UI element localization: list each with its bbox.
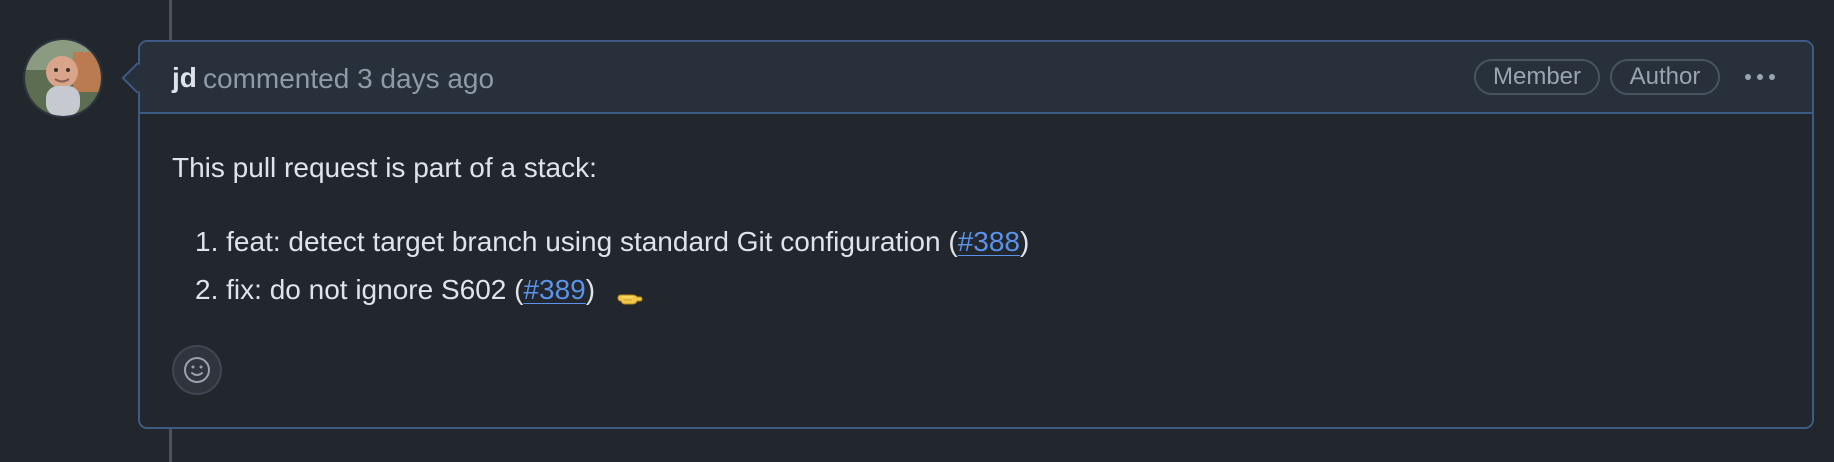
list-suffix: ): [1019, 226, 1030, 257]
pull-request-link[interactable]: #388: [958, 226, 1020, 257]
kebab-horizontal-icon[interactable]: [1735, 60, 1785, 94]
comment-body-intro: This pull request is part of a stack:: [172, 152, 597, 183]
backhand-index-pointing-left-icon: [617, 283, 643, 305]
list-suffix: ): [585, 274, 596, 305]
stack-list-item: 2. fix: do not ignore S602 (#389): [195, 274, 643, 306]
menu-dot: [1757, 74, 1763, 80]
comment-meta[interactable]: commented 3 days ago: [203, 63, 494, 95]
list-text: feat: detect target branch using standar…: [226, 226, 958, 257]
smiley-face-icon: [184, 357, 210, 383]
menu-dot: [1745, 74, 1751, 80]
member-badge: Member: [1474, 59, 1600, 95]
list-number: 2.: [195, 274, 219, 305]
comment-header: jd commented 3 days ago Member Author: [140, 42, 1812, 114]
comment-author[interactable]: jd: [172, 62, 197, 94]
menu-dot: [1769, 74, 1775, 80]
author-badge: Author: [1610, 59, 1720, 95]
list-number: 1.: [195, 226, 219, 257]
pull-request-link[interactable]: #389: [523, 274, 585, 305]
comment-card: jd commented 3 days ago Member Author Th…: [138, 40, 1814, 429]
list-text: fix: do not ignore S602 (: [226, 274, 524, 305]
avatar[interactable]: [23, 38, 103, 118]
add-reaction-button[interactable]: [172, 345, 222, 395]
stack-list-item: 1. feat: detect target branch using stan…: [195, 226, 1029, 258]
